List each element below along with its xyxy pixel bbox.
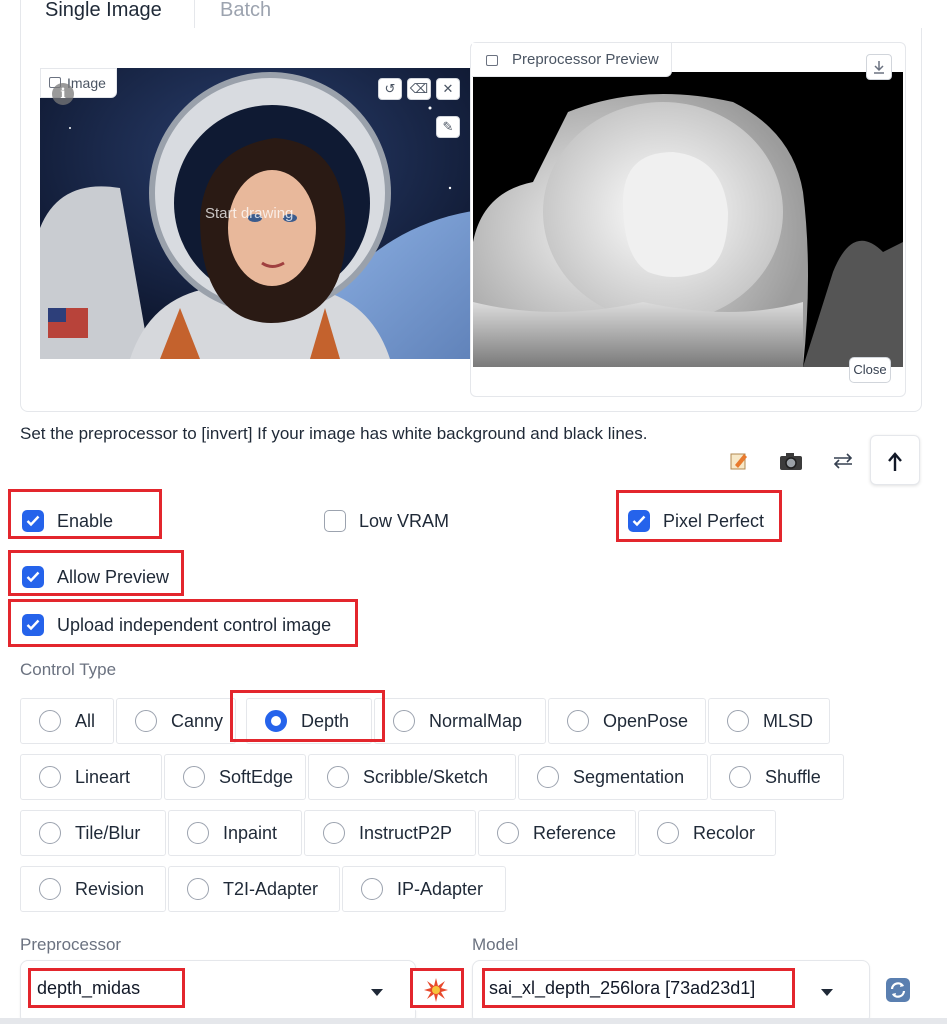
radio-icon	[39, 878, 61, 900]
radio-icon	[567, 710, 589, 732]
preprocessor-value: depth_midas	[37, 978, 141, 998]
control-type-label: Control Type	[20, 660, 117, 679]
chevron-down-icon	[371, 989, 383, 996]
camera-icon[interactable]	[766, 435, 816, 485]
radio-icon	[135, 710, 157, 732]
pixel-perfect-checkbox[interactable]: Pixel Perfect	[628, 506, 764, 536]
run-preprocessor-icon[interactable]	[414, 968, 458, 1012]
radio-icon	[39, 710, 61, 732]
radio-reference[interactable]: Reference	[478, 810, 636, 856]
radio-icon	[187, 822, 209, 844]
preprocessor-label: Preprocessor	[20, 935, 122, 954]
radio-scribble-sketch[interactable]: Scribble/Sketch	[308, 754, 516, 800]
tab-batch[interactable]: Batch	[220, 0, 271, 30]
radio-icon	[729, 766, 751, 788]
preprocessor-select[interactable]: depth_midas	[20, 960, 416, 1024]
start-drawing-text: Start drawing	[205, 205, 294, 222]
radio-instructp2p[interactable]: InstructP2P	[304, 810, 476, 856]
undo-icon[interactable]: ↺	[378, 78, 402, 100]
eraser-icon[interactable]: ⌫	[407, 78, 431, 100]
depth-preview-image	[473, 72, 903, 367]
brush-icon[interactable]: ✎	[436, 116, 460, 138]
radio-icon	[187, 878, 209, 900]
radio-icon	[727, 710, 749, 732]
edit-icon[interactable]	[714, 435, 764, 485]
send-up-icon[interactable]	[870, 435, 920, 485]
radio-depth[interactable]: Depth	[246, 698, 372, 744]
radio-segmentation[interactable]: Segmentation	[518, 754, 708, 800]
enable-checkbox[interactable]: Enable	[22, 506, 113, 536]
radio-ip-adapter[interactable]: IP-Adapter	[342, 866, 506, 912]
allow-preview-checkbox[interactable]: Allow Preview	[22, 562, 169, 592]
radio-lineart[interactable]: Lineart	[20, 754, 162, 800]
radio-icon	[39, 822, 61, 844]
radio-icon	[497, 822, 519, 844]
radio-icon	[327, 766, 349, 788]
checkbox-checked-icon	[628, 510, 650, 532]
swap-icon[interactable]	[818, 435, 868, 485]
radio-all[interactable]: All	[20, 698, 114, 744]
depth-map	[473, 72, 903, 367]
close-preview-button[interactable]: Close	[849, 357, 891, 383]
radio-softedge[interactable]: SoftEdge	[164, 754, 306, 800]
bottom-scroll-edge	[0, 1018, 947, 1024]
image-icon	[486, 55, 498, 66]
clear-icon[interactable]: ✕	[436, 78, 460, 100]
preprocessor-hint: Set the preprocessor to [invert] If your…	[20, 424, 648, 443]
model-select[interactable]: sai_xl_depth_256lora [73ad23d1]	[472, 960, 870, 1024]
chevron-down-icon	[821, 989, 833, 996]
radio-mlsd[interactable]: MLSD	[708, 698, 830, 744]
radio-t2i-adapter[interactable]: T2I-Adapter	[168, 866, 340, 912]
checkbox-checked-icon	[22, 566, 44, 588]
model-value: sai_xl_depth_256lora [73ad23d1]	[489, 978, 756, 998]
radio-normalmap[interactable]: NormalMap	[374, 698, 546, 744]
radio-icon	[323, 822, 345, 844]
radio-revision[interactable]: Revision	[20, 866, 166, 912]
low-vram-checkbox[interactable]: Low VRAM	[324, 506, 449, 536]
radio-selected-icon	[265, 710, 287, 732]
radio-icon	[393, 710, 415, 732]
checkbox-unchecked-icon	[324, 510, 346, 532]
radio-canny[interactable]: Canny	[116, 698, 236, 744]
radio-icon	[657, 822, 679, 844]
radio-recolor[interactable]: Recolor	[638, 810, 776, 856]
preprocessor-preview-label: Preprocessor Preview	[472, 43, 672, 77]
upload-independent-checkbox[interactable]: Upload independent control image	[22, 610, 331, 640]
radio-openpose[interactable]: OpenPose	[548, 698, 706, 744]
checkbox-checked-icon	[22, 614, 44, 636]
tab-single-image[interactable]: Single Image	[20, 0, 195, 30]
radio-icon	[537, 766, 559, 788]
radio-inpaint[interactable]: Inpaint	[168, 810, 302, 856]
download-icon[interactable]	[866, 54, 892, 80]
radio-shuffle[interactable]: Shuffle	[710, 754, 844, 800]
checkbox-checked-icon	[22, 510, 44, 532]
tab-bar: Single Image Batch	[0, 0, 947, 30]
radio-icon	[39, 766, 61, 788]
refresh-models-icon[interactable]	[876, 968, 920, 1012]
radio-icon	[361, 878, 383, 900]
radio-icon	[183, 766, 205, 788]
radio-tile-blur[interactable]: Tile/Blur	[20, 810, 166, 856]
model-label: Model	[472, 935, 519, 954]
info-icon[interactable]: i	[52, 83, 74, 105]
